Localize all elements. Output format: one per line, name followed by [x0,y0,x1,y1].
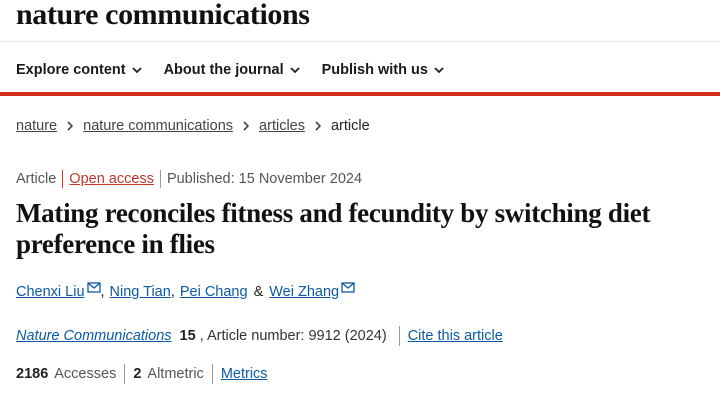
author-pei-chang[interactable]: Pei Chang [180,284,248,300]
article-meta: Article Open access Published: 15 Novemb… [16,170,362,188]
author-separator: , [100,284,105,300]
breadcrumb-articles[interactable]: articles [259,118,305,134]
breadcrumb-nature[interactable]: nature [16,118,57,134]
published-date: Published: 15 November 2024 [166,171,363,187]
chevron-down-icon [289,67,300,74]
author-chenxi-liu[interactable]: Chenxi Liu [16,284,85,300]
header-divider [0,41,720,42]
author-wei-zhang[interactable]: Wei Zhang [269,284,339,300]
nav-explore-content[interactable]: Explore content [16,62,142,78]
author-list: Chenxi Liu , Ning Tian , Pei Chang & Wei… [16,281,355,300]
metrics-bar: 2186 Accesses 2 Altmetric Metrics [16,364,268,384]
altmetric-count: 2 [133,366,142,382]
breadcrumb: nature nature communications articles ar… [16,118,370,134]
author-ampersand: & [253,284,264,300]
meta-divider [159,170,161,188]
metrics-divider [124,364,126,384]
nav-label: Explore content [16,62,126,78]
meta-divider [62,170,64,188]
journal-link[interactable]: Nature Communications [16,328,172,344]
accesses-count: 2186 [16,366,49,382]
breadcrumb-current: article [330,118,370,134]
chevron-right-icon [67,121,74,131]
chevron-down-icon [434,67,444,74]
nav-publish-with-us[interactable]: Publish with us [322,62,444,78]
metrics-link[interactable]: Metrics [221,366,268,382]
journal-logo[interactable]: nature communications [16,0,310,32]
mail-icon[interactable] [86,281,101,293]
citation-line: Nature Communications 15 , Article numbe… [16,326,503,346]
altmetric-label: Altmetric [147,366,204,382]
citation-divider [398,326,400,346]
article-title: Mating reconciles fitness and fecundity … [16,198,651,259]
mail-icon[interactable] [341,281,355,293]
chevron-down-icon [131,67,142,74]
metrics-divider [211,364,213,384]
author-ning-tian[interactable]: Ning Tian [110,284,171,300]
accent-bar [0,92,720,96]
article-number: , Article number: 9912 (2024) [199,328,387,344]
open-access-link[interactable]: Open access [69,171,154,187]
main-nav: Explore content About the journal Publis… [16,60,466,80]
article-type: Article [16,171,57,187]
chevron-right-icon [315,121,322,131]
nav-label: Publish with us [321,62,428,78]
author-separator: , [170,284,175,300]
volume-number: 15 [179,328,196,344]
nav-label: About the journal [163,62,284,78]
nav-about-the-journal[interactable]: About the journal [164,62,300,78]
site-header: nature communications Explore content Ab… [0,0,720,96]
chevron-right-icon [243,121,250,131]
cite-this-article-link[interactable]: Cite this article [408,328,503,344]
accesses-label: Accesses [54,366,117,382]
breadcrumb-nature-communications[interactable]: nature communications [83,118,233,134]
